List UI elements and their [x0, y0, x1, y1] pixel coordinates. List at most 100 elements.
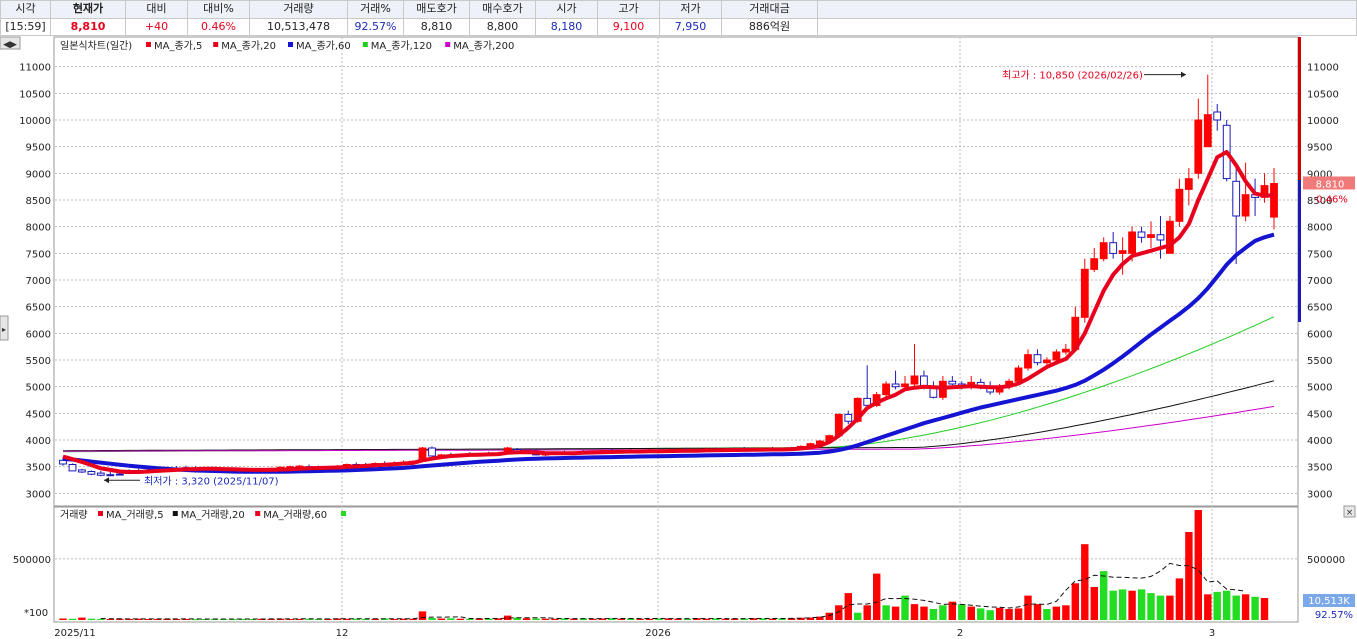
price-tick-label-right: 7500 [1307, 249, 1332, 260]
legend-item: MA_종가,200 [453, 40, 514, 52]
volume-bar[interactable] [958, 604, 966, 620]
volume-bar[interactable] [1100, 571, 1108, 620]
stock-chart[interactable]: 3000 3000 3500 3500 4000 4000 4500 4500 5000 5000… [0, 36, 1357, 639]
price-tick-label-right: 3500 [1307, 463, 1332, 474]
candle[interactable] [68, 463, 77, 472]
volume-bar[interactable] [78, 617, 86, 620]
volume-bar[interactable] [1260, 598, 1269, 620]
volume-bar[interactable] [1043, 609, 1051, 620]
volume-close-button[interactable]: × [1343, 505, 1356, 518]
candle[interactable] [882, 381, 891, 398]
last-change-label: 0.46% [1316, 194, 1348, 205]
candle-body [1043, 359, 1051, 364]
price-tick-label-left: 5000 [26, 383, 51, 394]
volume-bar[interactable] [447, 618, 455, 620]
date-tick-label: 12 [336, 628, 349, 639]
volume-bar[interactable] [1052, 606, 1061, 620]
scroll-left-control[interactable]: ◀▶ [0, 36, 21, 50]
volume-bar[interactable] [437, 618, 446, 621]
volume-bar[interactable] [1014, 608, 1023, 620]
volume-bar[interactable] [967, 606, 975, 620]
volume-bar[interactable] [418, 611, 427, 620]
volume-bar[interactable] [986, 610, 994, 620]
legend-swatch [146, 42, 151, 47]
volume-bar[interactable] [920, 606, 928, 620]
date-tick-label: 2 [957, 628, 963, 639]
volume-bar[interactable] [1166, 595, 1174, 620]
value-filler [817, 17, 1357, 36]
volume-bar[interactable] [1185, 532, 1193, 620]
volume-bar[interactable] [456, 618, 465, 620]
candle[interactable] [87, 470, 96, 476]
volume-bar[interactable] [1175, 578, 1184, 620]
price-tick-label-left: 7000 [26, 276, 51, 287]
volume-bar[interactable] [68, 618, 77, 620]
volume-bar[interactable] [825, 612, 833, 620]
volume-bar[interactable] [1005, 609, 1013, 620]
volume-bar[interactable] [1071, 583, 1079, 620]
svg-text:×: × [1346, 508, 1354, 518]
volume-bar[interactable] [428, 618, 436, 620]
volume-bar[interactable] [1147, 593, 1155, 620]
price-tick-label-left: 3000 [26, 489, 51, 500]
legend-item: MA_종가,120 [371, 40, 432, 52]
candle-body [1128, 231, 1136, 254]
volume-bar[interactable] [522, 618, 531, 620]
candle-body [891, 383, 900, 388]
volume-bar[interactable] [1024, 595, 1032, 620]
price-tick-label-left: 4500 [26, 409, 51, 420]
value-low: 7,950 [659, 17, 722, 36]
candle-body [68, 464, 77, 472]
candle[interactable] [428, 446, 436, 457]
volume-bar[interactable] [854, 612, 862, 620]
volume-tick-label-left: 500000 [13, 555, 51, 566]
volume-bar[interactable] [1137, 589, 1146, 620]
price-tick-label-left: 8500 [26, 196, 51, 207]
volume-bar[interactable] [1033, 604, 1042, 620]
volume-bar[interactable] [929, 609, 938, 620]
volume-bar[interactable] [891, 606, 900, 620]
volume-bar[interactable] [901, 595, 909, 620]
volume-bar[interactable] [1128, 590, 1136, 620]
value-open: 8,180 [535, 17, 598, 36]
candle-body [1024, 354, 1032, 369]
volume-unit-label: *100 [24, 608, 48, 619]
volume-bar[interactable] [1204, 594, 1212, 620]
volume-bar[interactable] [551, 618, 559, 620]
candle-body [1090, 258, 1099, 270]
volume-bar[interactable] [995, 607, 1004, 620]
price-tick-label-right: 4000 [1307, 436, 1332, 447]
volume-bar[interactable] [1194, 510, 1202, 620]
volume-bar[interactable] [1251, 596, 1259, 620]
volume-bar[interactable] [1062, 605, 1070, 620]
candle[interactable] [78, 468, 86, 474]
quote-table: 시각 현재가 대비 대비% 거래량 거래% 매도호가 매수호가 시가 고가 저가… [0, 0, 1357, 36]
volume-bar[interactable] [1213, 591, 1221, 620]
legend-item: MA_종가,60 [296, 40, 351, 52]
side-expand-tab[interactable]: ▸ [0, 315, 9, 341]
volume-bar[interactable] [939, 605, 947, 620]
volume-bar[interactable] [910, 604, 919, 620]
volume-bar[interactable] [59, 618, 67, 621]
volume-bar[interactable] [863, 605, 871, 620]
volume-bar[interactable] [1232, 595, 1240, 620]
volume-bar[interactable] [1090, 587, 1098, 620]
volume-bar[interactable] [873, 573, 881, 620]
volume-bar[interactable] [1156, 595, 1165, 620]
volume-bar[interactable] [87, 618, 96, 620]
volume-bar[interactable] [532, 618, 540, 621]
value-bid: 8,800 [469, 17, 536, 36]
volume-bar[interactable] [1223, 590, 1231, 620]
date-tick-label: 2025/11 [54, 628, 96, 639]
volume-bar[interactable] [1118, 589, 1127, 620]
volume-bar[interactable] [977, 608, 985, 620]
volume-bar[interactable] [882, 605, 890, 620]
volume-bar[interactable] [1241, 594, 1250, 620]
volume-bar[interactable] [1081, 544, 1089, 620]
candle-body [87, 471, 96, 475]
candle-body [1014, 367, 1023, 382]
volume-bar[interactable] [1109, 590, 1117, 620]
value-change: +40 [125, 17, 188, 36]
volume-bar[interactable] [541, 618, 550, 620]
header-low: 저가 [659, 0, 722, 19]
